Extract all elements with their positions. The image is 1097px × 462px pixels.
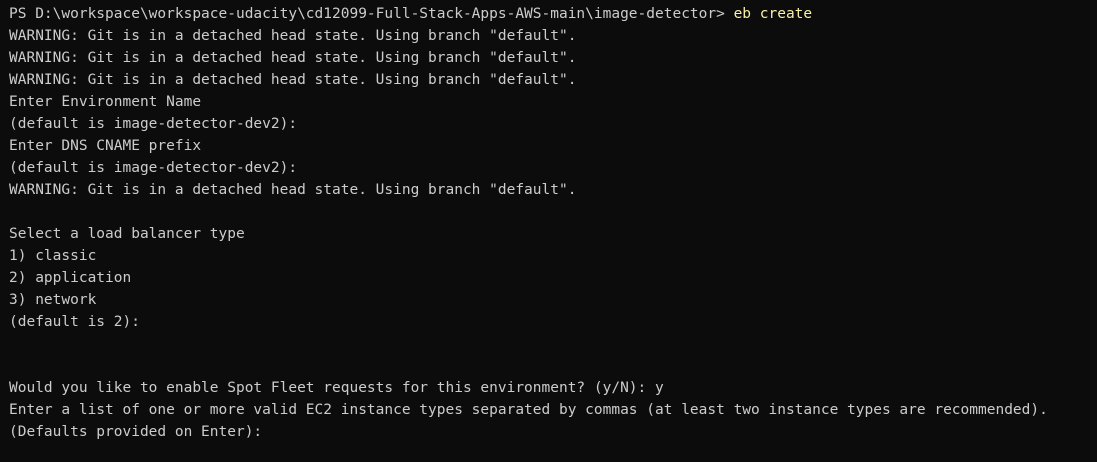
- output-line: Enter a list of one or more valid EC2 in…: [9, 402, 1048, 418]
- output-line: (default is 2):: [9, 314, 140, 330]
- prompt-line: PS D:\workspace\workspace-udacity\cd1209…: [0, 3, 1097, 25]
- output-line: 3) network: [9, 292, 97, 308]
- output-line: (Defaults provided on Enter):: [9, 424, 263, 440]
- output-line: 2) application: [9, 270, 132, 286]
- output-line: Select a load balancer type: [9, 226, 245, 242]
- output-line: (default is image-detector-dev2):: [9, 160, 298, 176]
- output-line: Enter Environment Name: [9, 94, 202, 110]
- output-line: Would you like to enable Spot Fleet requ…: [9, 380, 664, 396]
- output-line: Enter DNS CNAME prefix: [9, 138, 202, 154]
- output-line: WARNING: Git is in a detached head state…: [9, 28, 577, 44]
- output-line: WARNING: Git is in a detached head state…: [9, 72, 577, 88]
- prompt-path: PS D:\workspace\workspace-udacity\cd1209…: [9, 6, 734, 22]
- terminal-window[interactable]: PS D:\workspace\workspace-udacity\cd1209…: [0, 0, 1097, 462]
- output-line: WARNING: Git is in a detached head state…: [9, 182, 577, 198]
- output-line: 1) classic: [9, 248, 97, 264]
- command-text: eb create: [733, 6, 813, 22]
- output-line: WARNING: Git is in a detached head state…: [9, 50, 577, 66]
- output-line: (default is image-detector-dev2):: [9, 116, 298, 132]
